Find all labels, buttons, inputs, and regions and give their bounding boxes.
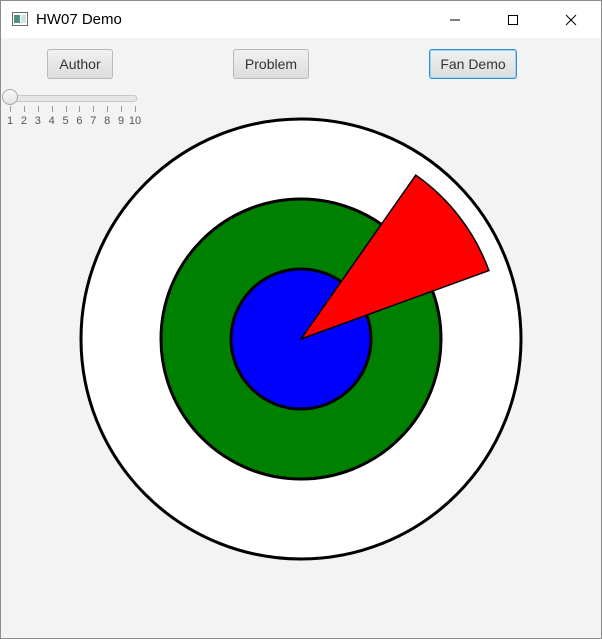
fan-drawing-canvas — [79, 117, 523, 561]
app-window: HW07 Demo Author Problem Fan Demo 123456… — [0, 0, 602, 639]
